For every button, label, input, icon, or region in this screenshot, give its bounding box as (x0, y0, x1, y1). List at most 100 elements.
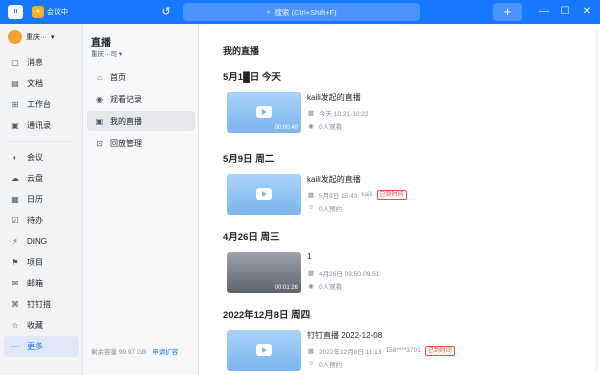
sidebar-item-docs[interactable]: ▤ 文档 (0, 73, 83, 94)
history-icon[interactable]: ↺ (158, 4, 174, 20)
live-count: 0人观看 (319, 123, 343, 131)
date-heading: 4月26日 周三 (223, 232, 280, 243)
live-card[interactable]: 00:00:40 kaili发起的直播 ▦ 今天 10:21-10:22 ◉ 0人观… (223, 84, 593, 152)
live-count: 0人观看 (319, 283, 343, 291)
app-logo-icon[interactable]: ıı (8, 5, 23, 19)
add-button[interactable]: + (493, 3, 522, 21)
live-count-row: ☺ 0人预约 (307, 357, 587, 370)
replay-icon: ⊡ (96, 138, 103, 148)
sidebar-item-label: 消息 (27, 58, 43, 67)
eye-icon: ◉ (308, 282, 314, 290)
org-name: 重庆··· (26, 34, 47, 41)
live-time: 今天 10:21-10:22 (319, 110, 369, 118)
search-icon: ⌕ (266, 7, 271, 16)
meeting-avatar-icon: ● (32, 6, 44, 18)
build-icon: ⌘ (11, 300, 19, 309)
live-host: 158****3701 (385, 347, 421, 354)
live-menu-replay-manage[interactable]: ⊡ 回放管理 (87, 133, 195, 153)
live-time: 5月9日 15:43 (319, 192, 358, 200)
calendar-icon: ▦ (307, 191, 315, 199)
sidebar-item-messages[interactable]: ▢ 消息 (0, 52, 83, 73)
live-org-switcher[interactable]: 重庆···司 ▾ (91, 48, 122, 58)
sidebar-item-label: 工作台 (27, 100, 51, 109)
sidebar-item-calendar[interactable]: ▦ 日历 (0, 189, 83, 210)
sidebar-item-ding[interactable]: ⚡ DING (0, 231, 83, 252)
eye-icon: ◉ (308, 122, 314, 130)
sidebar-item-label: 邮箱 (27, 279, 43, 288)
date-group: 4月26日 周三 00:01:26 1 ▦ 4月26日 09:50-09:51 ◉… (223, 229, 593, 312)
date-group: 5月1█日 今天 00:00:40 kaili发起的直播 ▦ 今天 10:21-1… (223, 69, 593, 152)
expand-storage-link[interactable]: 申请扩容 (152, 346, 178, 356)
live-title[interactable]: kaili发起的直播 (307, 174, 587, 188)
sidebar-item-label: 项目 (27, 258, 43, 267)
video-duration: 00:00:40 (274, 125, 298, 131)
calendar-icon: ▦ (307, 347, 315, 355)
page-title: 我的直播 (223, 46, 260, 56)
search-input[interactable]: ⌕ 搜索 (Ctrl+Shift+F) (183, 3, 420, 21)
tv-icon: ▣ (95, 116, 104, 126)
date-group: 5月9日 周二 kaili发起的直播 ▦ 5月9日 15:43 kaili 已到时间 … (223, 151, 593, 234)
live-thumbnail[interactable] (227, 330, 301, 371)
sidebar-item-label: 日历 (27, 195, 43, 204)
live-card[interactable]: 钉钉直播 2022-12-08 ▦ 2022年12月8日 11:13 158****… (223, 322, 593, 375)
video-camera-icon (256, 106, 272, 118)
meeting-status[interactable]: ● 会议中 (32, 4, 68, 20)
scrollbar[interactable] (595, 30, 599, 370)
live-info: kaili发起的直播 ▦ 5月9日 15:43 kaili 已到时间 ☺ 0人预约 (307, 174, 587, 214)
sidebar-item-more[interactable]: ··· 更多 (4, 336, 79, 357)
sidebar-nav-list: ▢ 消息 ▤ 文档 ⊞ 工作台 ▣ 通讯录 ◐ 会议 ☁ 云盘 ▦ 日历 ☑ 待办 ⚡ DING … (0, 52, 83, 357)
live-card[interactable]: 00:01:26 1 ▦ 4月26日 09:50-09:51 ◉ 0人观看 (223, 244, 593, 312)
live-thumbnail[interactable]: 00:01:26 (227, 252, 301, 293)
live-info: 1 ▦ 4月26日 09:50-09:51 ◉ 0人观看 (307, 252, 587, 292)
live-title[interactable]: 1 (307, 252, 587, 266)
live-sidebar-title: 直播 (91, 38, 111, 49)
live-count-row: ◉ 0人观看 (307, 119, 587, 132)
live-info: kaili发起的直播 ▦ 今天 10:21-10:22 ◉ 0人观看 (307, 92, 587, 132)
live-info: 钉钉直播 2022-12-08 ▦ 2022年12月8日 11:13 158****… (307, 330, 587, 370)
live-time-row: ▦ 5月9日 15:43 kaili 已到时间 (307, 188, 587, 201)
maximize-icon[interactable]: ☐ (557, 4, 573, 20)
sidebar-item-build[interactable]: ⌘ 钉钉搭 (0, 294, 83, 315)
sidebar-item-label: 收藏 (27, 321, 43, 330)
sidebar-item-todo[interactable]: ☑ 待办 (0, 210, 83, 231)
sidebar-item-label: 云盘 (27, 174, 43, 183)
live-menu-label: 回放管理 (110, 138, 142, 148)
sidebar-item-label: 文档 (27, 79, 43, 88)
live-thumbnail[interactable]: 00:00:40 (227, 92, 301, 133)
video-camera-icon (256, 188, 272, 200)
person-icon: ☺ (307, 360, 315, 367)
live-menu-my-live[interactable]: ▣ 我的直播 (87, 111, 195, 131)
live-time: 4月26日 09:50-09:51 (319, 270, 380, 278)
ding-icon: ⚡ (12, 237, 18, 246)
live-title[interactable]: 钉钉直播 2022-12-08 (307, 330, 587, 344)
sidebar-item-contacts[interactable]: ▣ 通讯录 (0, 115, 83, 136)
sidebar-item-cloud[interactable]: ☁ 云盘 (0, 168, 83, 189)
sidebar-item-project[interactable]: ⚑ 项目 (0, 252, 83, 273)
meeting-status-label: 会议中 (47, 9, 68, 16)
close-icon[interactable]: ✕ (579, 4, 595, 20)
live-thumbnail[interactable] (227, 174, 301, 215)
message-icon: ▢ (11, 58, 19, 67)
sidebar-item-workbench[interactable]: ⊞ 工作台 (0, 94, 83, 115)
live-menu-label: 首页 (110, 72, 126, 82)
date-heading: 2022年12月8日 周四 (223, 310, 311, 321)
sidebar-item-mail[interactable]: ✉ 邮箱 (0, 273, 83, 294)
workbench-icon: ⊞ (11, 100, 19, 109)
live-menu-home[interactable]: ⌂ 首页 (87, 67, 195, 87)
sidebar-item-meeting[interactable]: ◐ 会议 (0, 147, 83, 168)
org-switcher[interactable]: 重庆··· ▾ (8, 30, 55, 44)
sidebar-item-label: 更多 (27, 342, 43, 351)
live-title[interactable]: kaili发起的直播 (307, 92, 587, 106)
live-count-row: ◉ 0人观看 (307, 279, 587, 292)
org-avatar (8, 30, 22, 44)
live-card[interactable]: kaili发起的直播 ▦ 5月9日 15:43 kaili 已到时间 ☺ 0人预约 (223, 166, 593, 234)
sidebar-item-favorite[interactable]: ☆ 收藏 (0, 315, 83, 336)
sidebar-item-label: 钉钉搭 (27, 300, 51, 309)
live-host: kaili (361, 191, 373, 198)
live-menu-watch-history[interactable]: ◉ 观看记录 (87, 89, 195, 109)
live-menu-label: 观看记录 (110, 94, 142, 104)
home-icon: ⌂ (97, 72, 102, 82)
main-sidebar: 重庆··· ▾ ▢ 消息 ▤ 文档 ⊞ 工作台 ▣ 通讯录 ◐ 会议 ☁ 云盘 ▦ 日历 ☑ 待… (0, 24, 83, 375)
minimize-icon[interactable]: — (536, 4, 552, 20)
live-count: 0人预约 (319, 205, 343, 213)
